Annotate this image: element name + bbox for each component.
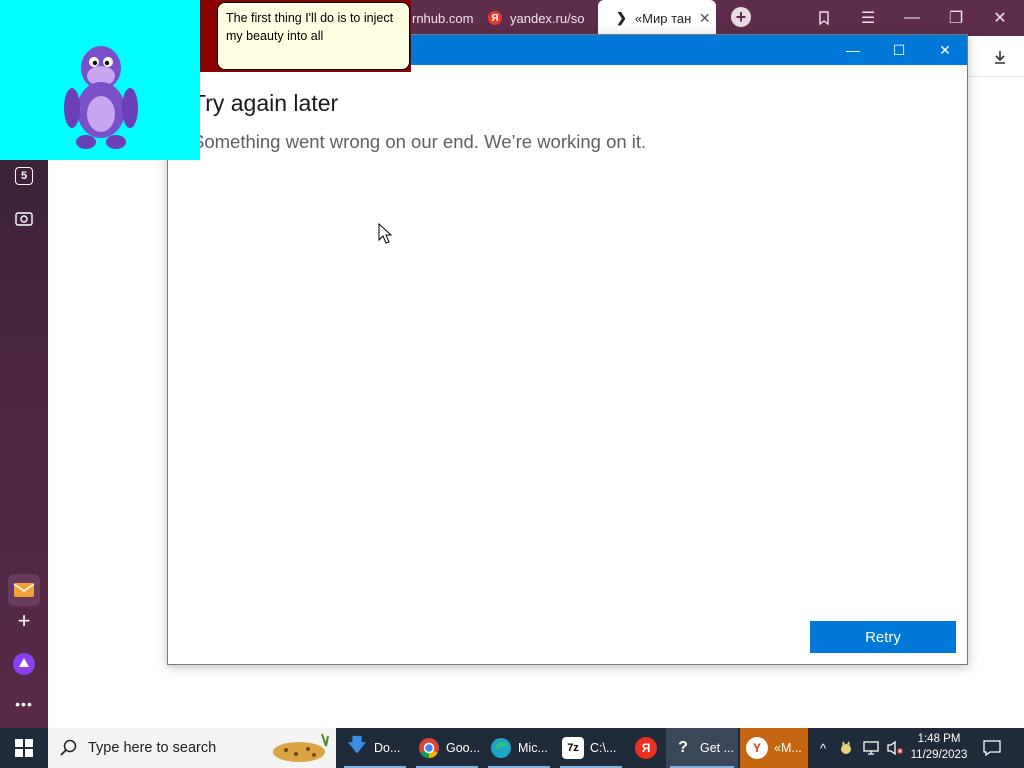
mouse-cursor-icon xyxy=(378,223,392,244)
taskbar-search[interactable]: Type here to search xyxy=(48,728,336,768)
tab-label: rnhub.com xyxy=(412,10,474,26)
taskbar-app-yandex[interactable]: Я xyxy=(628,728,664,768)
assistant-panel xyxy=(0,0,200,160)
error-heading: Try again later xyxy=(192,90,339,116)
app-window: — ☐ ✕ Try again later Something went wro… xyxy=(167,34,968,665)
tabs-count-icon[interactable]: 5 xyxy=(12,164,36,188)
retry-button[interactable]: Retry xyxy=(810,621,956,653)
speech-text: The first thing I'll do is to inject my … xyxy=(226,11,394,43)
tab-count: 5 xyxy=(15,167,33,185)
restore-icon[interactable]: ❐ xyxy=(944,6,968,30)
download-icon[interactable] xyxy=(990,47,1010,67)
leopard-search-highlight-icon xyxy=(273,733,329,762)
download-arrow-icon: 🡇 xyxy=(347,735,367,755)
mail-icon[interactable] xyxy=(8,574,40,606)
tab-2[interactable]: Я yandex.ru/so xyxy=(488,0,588,36)
taskbar-app-yandex-browser[interactable]: Y «M... xyxy=(740,728,808,768)
taskbar-app-label: Get ... xyxy=(700,741,735,755)
taskbar-app-downloads[interactable]: 🡇 Do... xyxy=(340,728,410,768)
taskbar-clock[interactable]: 1:48 PM 11/29/2023 xyxy=(906,731,972,763)
clock-date: 11/29/2023 xyxy=(910,749,968,761)
taskbar-app-label: Do... xyxy=(374,741,401,755)
tab-1[interactable]: rnhub.com xyxy=(412,0,474,36)
network-icon[interactable] xyxy=(860,728,882,768)
taskbar-app-label: C:\... xyxy=(590,741,617,755)
taskbar-app-get-help[interactable]: ? Get ... xyxy=(666,728,738,768)
new-tab-button[interactable]: + xyxy=(731,7,751,27)
yandex-icon: Я xyxy=(635,737,657,759)
tab-favicon-icon: ❯ xyxy=(616,10,627,25)
add-icon[interactable]: + xyxy=(12,608,36,633)
window-maximize-icon[interactable]: ☐ xyxy=(876,35,922,65)
purple-gorilla-icon[interactable] xyxy=(58,38,144,154)
taskbar-app-7zip[interactable]: 7z C:\... xyxy=(556,728,626,768)
taskbar-app-label: Mic... xyxy=(518,741,548,755)
search-icon xyxy=(60,739,77,756)
get-help-icon: ? xyxy=(678,739,688,756)
volume-muted-icon[interactable] xyxy=(884,728,906,768)
chrome-icon xyxy=(419,738,439,759)
error-message: Something went wrong on our end. We’re w… xyxy=(192,131,647,152)
alice-icon[interactable] xyxy=(12,652,36,676)
tab-close-icon[interactable]: ✕ xyxy=(699,10,711,27)
clock-time: 1:48 PM xyxy=(917,733,961,745)
taskbar-app-edge[interactable]: Mic... xyxy=(484,728,554,768)
window-minimize-icon[interactable]: — xyxy=(830,35,876,65)
taskbar-app-label: Goo... xyxy=(446,741,481,755)
edge-icon xyxy=(491,738,511,758)
menu-icon[interactable]: ☰ xyxy=(856,6,880,30)
more-icon[interactable]: ••• xyxy=(12,692,36,716)
notifications-icon[interactable] xyxy=(980,728,1004,768)
yandex-browser-icon: Y xyxy=(746,737,768,759)
browser-sidebar: 5 + ••• xyxy=(0,76,48,728)
search-placeholder: Type here to search xyxy=(88,740,217,756)
screenshot-icon[interactable] xyxy=(12,206,36,230)
taskbar: Type here to search 🡇 Do... Goo... Mic..… xyxy=(0,728,1024,768)
show-hidden-icons-icon[interactable]: ^ xyxy=(814,728,832,768)
close-icon[interactable]: ✕ xyxy=(988,6,1012,30)
bookmarks-icon[interactable] xyxy=(812,6,836,30)
taskbar-app-label: «M... xyxy=(774,741,802,755)
7zip-icon: 7z xyxy=(562,737,584,759)
window-close-icon[interactable]: ✕ xyxy=(922,35,968,65)
tab-active[interactable]: ❯ «Мир тан ✕ xyxy=(598,0,716,36)
speech-balloon: The first thing I'll do is to inject my … xyxy=(217,2,410,70)
yandex-favicon-icon: Я xyxy=(488,11,502,25)
minimize-icon[interactable]: — xyxy=(900,6,924,30)
tab-label: «Мир тан xyxy=(634,10,692,26)
cat-tray-icon[interactable] xyxy=(836,728,856,768)
plus-icon: + xyxy=(735,6,747,27)
taskbar-app-chrome[interactable]: Goo... xyxy=(412,728,482,768)
start-button[interactable] xyxy=(0,728,48,768)
tab-label: yandex.ru/so xyxy=(510,10,585,26)
windows-icon xyxy=(15,739,33,757)
